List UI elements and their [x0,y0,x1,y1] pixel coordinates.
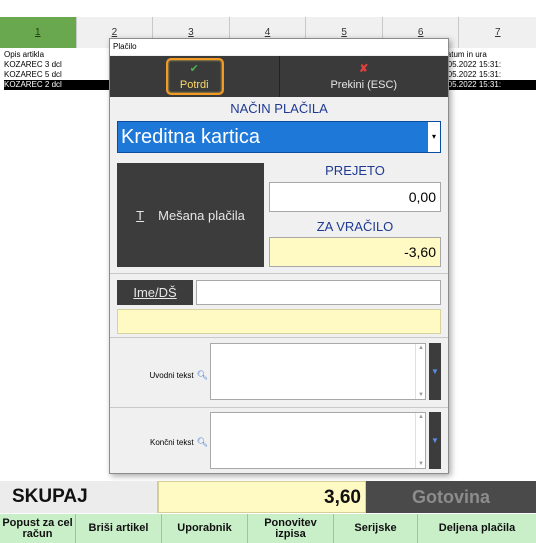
divider [110,407,448,408]
closing-text-dropdown[interactable]: ▼ [429,412,441,469]
divider [110,273,448,274]
divider [110,337,448,338]
total-label: SKUPAJ [0,481,158,513]
mixed-payments-label: Mešana plačila [158,207,245,223]
name-tax-button[interactable]: Ime/DŠ [117,280,193,305]
payment-method-value: Kreditna kartica [121,126,260,148]
scroll-up-icon[interactable]: ▲ [416,414,426,420]
scroll-down-icon[interactable]: ▼ [416,392,426,398]
dialog-actions: ✔ Potrdi ✘ Prekini (ESC) [110,56,448,97]
reprint-button[interactable]: Ponovitev izpisa [248,514,334,543]
intro-text-caption: Uvodni tekst [149,371,194,380]
intro-text-label: Uvodni tekst 🔍︎ [110,370,208,381]
delete-item-button[interactable]: Briši artikel [76,514,162,543]
name-tax-label: Ime/DŠ [133,285,177,300]
mixed-payments-shortcut: T [136,207,145,223]
footer-buttons: Popust za cel račun Briši artikel Uporab… [0,514,536,543]
discount-button[interactable]: Popust za cel račun [0,514,76,543]
confirm-button[interactable]: ✔ Potrdi [110,56,280,97]
row-date: 6.05.2022 15:31: [441,70,502,79]
row-date: 6.05.2022 15:31: [441,60,502,69]
closing-text-area[interactable]: ▲ ▼ [210,412,426,469]
confirm-highlight [166,58,224,95]
received-field[interactable]: 0,00 [269,182,441,212]
received-label: PREJETO [325,163,385,178]
magnifier-icon[interactable]: 🔍︎ [197,437,208,447]
change-label: ZA VRAČILO [316,219,394,234]
cancel-button[interactable]: ✘ Prekini (ESC) [280,56,449,97]
row-date: 6.05.2022 15:31: [441,80,502,89]
x-icon: ✘ [359,62,369,75]
closing-text-label: Končni tekst 🔍︎ [110,437,208,448]
total-row: SKUPAJ 3,60 Gotovina [0,481,536,513]
column-header-name: Opis artikla [4,50,45,59]
row-name: KOZAREC 2 dcl [4,80,62,89]
scroll-up-icon[interactable]: ▲ [416,345,426,351]
serial-button[interactable]: Serijske [334,514,418,543]
row-name: KOZAREC 3 dcl [4,60,62,69]
closing-text-caption: Končni tekst [149,438,194,447]
pos-screen: 1 2 3 4 5 6 7 Opis artikla Datum in ura … [0,0,536,543]
change-field: -3,60 [269,237,441,267]
column-header-date: Datum in ura [441,50,487,59]
dialog-title: Plačilo [110,39,448,55]
user-button[interactable]: Uporabnik [162,514,248,543]
total-amount: 3,60 [158,481,366,513]
split-payment-button[interactable]: Deljena plačila [418,514,536,543]
payment-method-heading: NAČIN PLAČILA [230,101,328,116]
footer: SKUPAJ 3,60 Gotovina Popust za cel račun… [0,481,536,543]
tab-7[interactable]: 7 [459,17,536,48]
name-tax-input[interactable] [196,280,441,305]
scrollbar[interactable]: ▲ ▼ [415,344,425,399]
magnifier-icon[interactable]: 🔍︎ [197,370,208,380]
customer-info-field [117,309,441,334]
mixed-payments-button[interactable]: T Mešana plačila [117,163,264,267]
intro-text-area[interactable]: ▲ ▼ [210,343,426,400]
row-name: KOZAREC 5 dcl [4,70,62,79]
intro-text-dropdown[interactable]: ▼ [429,343,441,400]
payment-dialog: Plačilo ✔ Potrdi ✘ Prekini (ESC) NAČIN P… [109,38,449,474]
tab-1[interactable]: 1 [0,17,77,48]
chevron-down-icon[interactable]: ▾ [428,122,440,152]
payment-type-button[interactable]: Gotovina [366,481,536,513]
cancel-label: Prekini (ESC) [330,78,398,91]
scrollbar[interactable]: ▲ ▼ [415,413,425,468]
scroll-down-icon[interactable]: ▼ [416,461,426,467]
payment-method-select[interactable]: Kreditna kartica ▾ [117,121,441,153]
